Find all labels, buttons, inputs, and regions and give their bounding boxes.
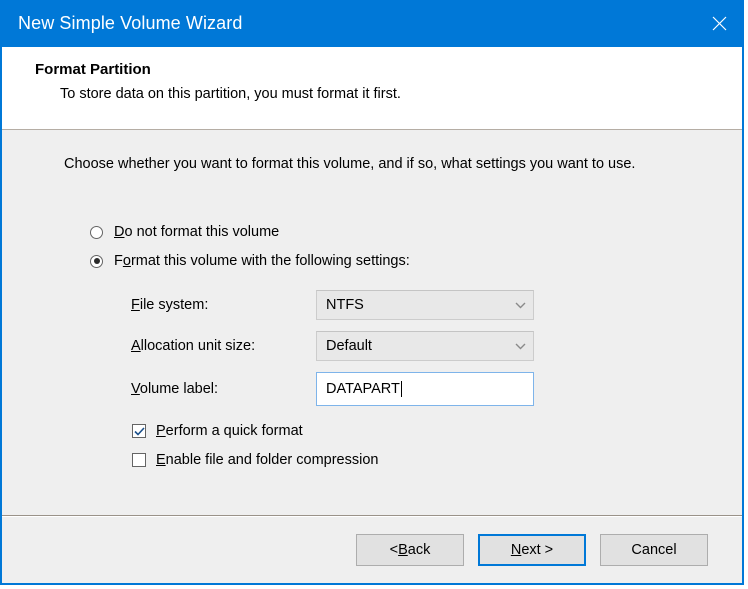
volume-label-input-value: DATAPART bbox=[326, 381, 400, 397]
chevron-down-icon bbox=[515, 343, 526, 350]
radio-do-not-format[interactable]: Do not format this volume bbox=[90, 224, 279, 240]
radio-indicator-checked[interactable] bbox=[90, 255, 103, 268]
page-subtitle: To store data on this partition, you mus… bbox=[35, 84, 742, 104]
checkbox-quick-format[interactable]: Perform a quick format bbox=[132, 423, 303, 439]
back-button[interactable]: < Back bbox=[356, 534, 464, 566]
text-caret bbox=[401, 381, 402, 397]
label-file-system: File system: bbox=[131, 297, 316, 313]
volume-label-input[interactable]: DATAPART bbox=[316, 372, 534, 406]
combobox-file-system-value: NTFS bbox=[326, 297, 364, 313]
dialog-body: Choose whether you want to format this v… bbox=[2, 130, 742, 515]
close-button[interactable] bbox=[696, 0, 742, 47]
next-button[interactable]: Next > bbox=[478, 534, 586, 566]
combobox-file-system[interactable]: NTFS bbox=[316, 290, 534, 320]
dialog-footer: < Back Next > Cancel bbox=[2, 515, 742, 583]
page-title: Format Partition bbox=[35, 60, 742, 80]
title-bar: New Simple Volume Wizard bbox=[2, 0, 742, 47]
new-simple-volume-wizard-dialog: New Simple Volume Wizard Format Partitio… bbox=[0, 0, 744, 585]
wizard-header: Format Partition To store data on this p… bbox=[2, 47, 742, 130]
checkbox-indicator-unchecked[interactable] bbox=[132, 453, 146, 467]
label-volume-label: Volume label: bbox=[131, 381, 316, 397]
cancel-button[interactable]: Cancel bbox=[600, 534, 708, 566]
combobox-allocation-unit-size[interactable]: Default bbox=[316, 331, 534, 361]
label-allocation-unit-size: Allocation unit size: bbox=[131, 338, 316, 354]
field-file-system: File system: NTFS bbox=[131, 290, 534, 320]
checkmark-icon bbox=[134, 427, 145, 436]
field-volume-label: Volume label: DATAPART bbox=[131, 372, 534, 406]
radio-format-volume[interactable]: Format this volume with the following se… bbox=[90, 253, 410, 269]
checkbox-label-quick-format: Perform a quick format bbox=[156, 423, 303, 439]
intro-text: Choose whether you want to format this v… bbox=[64, 156, 635, 172]
checkbox-label-file-folder-compression: Enable file and folder compression bbox=[156, 452, 378, 468]
chevron-down-icon bbox=[515, 302, 526, 309]
checkbox-indicator-checked[interactable] bbox=[132, 424, 146, 438]
close-icon bbox=[712, 16, 727, 31]
radio-label-do-not-format: Do not format this volume bbox=[114, 224, 279, 240]
checkbox-file-folder-compression[interactable]: Enable file and folder compression bbox=[132, 452, 378, 468]
combobox-allocation-unit-size-value: Default bbox=[326, 338, 372, 354]
field-allocation-unit-size: Allocation unit size: Default bbox=[131, 331, 534, 361]
window-title: New Simple Volume Wizard bbox=[2, 13, 242, 34]
radio-indicator-unchecked[interactable] bbox=[90, 226, 103, 239]
radio-label-format-volume: Format this volume with the following se… bbox=[114, 253, 410, 269]
